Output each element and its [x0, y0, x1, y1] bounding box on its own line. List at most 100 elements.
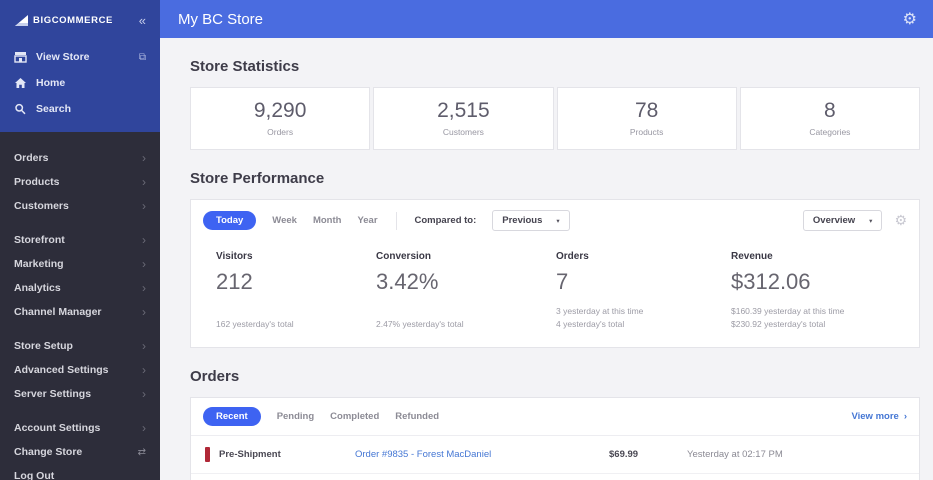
order-row: Pre-Shipment Order #9834 - Tacitus Cornb… [191, 474, 919, 480]
tab-recent[interactable]: Recent [203, 407, 261, 426]
order-amount: $69.99 [609, 449, 639, 460]
overview-value: Overview [812, 215, 856, 226]
sidebar-item-home[interactable]: Home [0, 70, 160, 96]
sidebar-item-customers[interactable]: Customers › [0, 194, 160, 218]
sidebar-item-label: Advanced Settings [14, 364, 109, 376]
tab-completed[interactable]: Completed [330, 411, 379, 422]
stat-value: 9,290 [253, 99, 307, 122]
metric-subtext: 2.47% yesterday's total [376, 318, 464, 329]
sidebar-item-orders[interactable]: Orders › [0, 146, 160, 170]
store-statistics-heading: Store Statistics [190, 58, 300, 75]
performance-metrics: Visitors 212 162 yesterday's total Conve… [191, 241, 919, 347]
sidebar-item-label: Server Settings [14, 388, 92, 400]
home-icon [15, 78, 26, 88]
sidebar-item-products[interactable]: Products › [0, 170, 160, 194]
metric-label: Visitors [216, 251, 253, 262]
compared-to-label: Compared to: [414, 215, 477, 226]
stat-label: Orders [267, 127, 294, 137]
sidebar-item-view-store[interactable]: View Store ⧉ [0, 44, 160, 70]
sidebar-top-section: BIGCOMMERCE « View Store ⧉ Home Search [0, 0, 160, 132]
sidebar-nav: Orders › Products › Customers › Storefro… [0, 132, 160, 480]
view-more-link[interactable]: View more › [851, 411, 907, 422]
stat-card-products: 78 Products [556, 87, 737, 150]
sidebar-item-server-settings[interactable]: Server Settings › [0, 382, 160, 406]
sidebar-item-change-store[interactable]: Change Store ⇄ [0, 440, 160, 464]
metric-label: Orders [556, 251, 589, 262]
tab-month[interactable]: Month [313, 215, 342, 226]
external-link-icon: ⧉ [138, 51, 146, 63]
orders-heading: Orders [190, 368, 240, 385]
order-time: Yesterday at 02:17 PM [687, 449, 783, 460]
sidebar-item-label: Store Setup [14, 340, 73, 352]
sidebar-item-label: Home [36, 77, 66, 89]
sidebar-item-label: Storefront [14, 234, 65, 246]
metric-subtext: $230.92 yesterday's total [731, 318, 826, 329]
sidebar-item-label: Channel Manager [14, 306, 102, 318]
chevron-right-icon: › [142, 281, 146, 295]
stat-card-customers: 2,515 Customers [373, 87, 554, 150]
sidebar-item-channel-manager[interactable]: Channel Manager › [0, 300, 160, 324]
sidebar-item-label: Search [36, 103, 72, 115]
gear-icon[interactable]: ⚙ [903, 9, 917, 29]
sidebar-item-label: Orders [14, 152, 49, 164]
chevron-right-icon: › [142, 305, 146, 319]
sidebar-item-analytics[interactable]: Analytics › [0, 276, 160, 300]
metric-orders: Orders 7 3 yesterday at this time 4 yest… [556, 251, 731, 331]
chevron-right-icon: › [142, 387, 146, 401]
sidebar-item-label: Analytics [14, 282, 61, 294]
chevron-right-icon: › [142, 233, 146, 247]
chevron-right-icon: › [142, 421, 146, 435]
sidebar-item-log-out[interactable]: Log Out [0, 464, 160, 480]
metric-conversion: Conversion 3.42% 2.47% yesterday's total [376, 251, 556, 331]
sidebar-item-label: Change Store [14, 446, 83, 458]
sidebar-item-label: Products [14, 176, 60, 188]
main-area: My BC Store ⚙ Store Statistics 9,290 Ord… [160, 0, 933, 480]
store-performance-heading: Store Performance [190, 170, 325, 187]
sidebar-item-marketing[interactable]: Marketing › [0, 252, 160, 276]
compared-to-value: Previous [502, 215, 543, 226]
tab-refunded[interactable]: Refunded [395, 411, 439, 422]
metric-subtext: 162 yesterday's total [216, 318, 294, 329]
status-color-bar [205, 447, 210, 462]
stat-value: 8 [824, 99, 836, 122]
tab-pending[interactable]: Pending [277, 411, 314, 422]
stat-card-categories: 8 Categories [739, 87, 920, 150]
chevron-right-icon: › [142, 199, 146, 213]
sidebar-item-label: Log Out [14, 470, 55, 480]
sidebar-collapse-icon[interactable]: « [139, 13, 146, 28]
header-bar: My BC Store ⚙ [160, 0, 933, 38]
overview-dropdown[interactable]: Overview ▾ [802, 210, 883, 231]
gear-icon[interactable]: ⚙ [894, 212, 907, 229]
order-link[interactable]: Order #9835 - Forest MacDaniel [355, 449, 609, 460]
store-statistics-row: 9,290 Orders 2,515 Customers 78 Products… [190, 87, 920, 150]
metric-value: 212 [216, 269, 253, 294]
stat-value: 2,515 [437, 99, 490, 122]
orders-tabrow: Recent Pending Completed Refunded View m… [191, 398, 919, 436]
chevron-right-icon: › [142, 339, 146, 353]
stat-card-orders: 9,290 Orders [190, 87, 371, 150]
metric-subtext: 4 yesterday's total [556, 318, 625, 329]
search-icon [15, 103, 26, 115]
sidebar-item-advanced-settings[interactable]: Advanced Settings › [0, 358, 160, 382]
tab-year[interactable]: Year [357, 215, 377, 226]
sidebar-item-label: Customers [14, 200, 69, 212]
view-more-label: View more [851, 411, 899, 422]
metric-value: $312.06 [731, 269, 811, 294]
sidebar-item-account-settings[interactable]: Account Settings › [0, 416, 160, 440]
sail-icon [15, 15, 28, 26]
tab-week[interactable]: Week [272, 215, 297, 226]
chevron-right-icon: › [142, 257, 146, 271]
chevron-down-icon: ▾ [556, 217, 560, 225]
metric-subtext: $160.39 yesterday at this time [731, 305, 845, 316]
store-performance-card: Today Week Month Year Compared to: Previ… [190, 199, 920, 348]
tab-today[interactable]: Today [203, 211, 257, 230]
stat-label: Products [629, 127, 664, 137]
sidebar: BIGCOMMERCE « View Store ⧉ Home Search O… [0, 0, 160, 480]
chevron-down-icon: ▾ [869, 217, 873, 225]
sidebar-item-search[interactable]: Search [0, 96, 160, 122]
sidebar-item-store-setup[interactable]: Store Setup › [0, 334, 160, 358]
metric-revenue: Revenue $312.06 $160.39 yesterday at thi… [731, 251, 919, 331]
order-row: Pre-Shipment Order #9835 - Forest MacDan… [191, 436, 919, 474]
compared-to-dropdown[interactable]: Previous ▾ [492, 210, 570, 231]
sidebar-item-storefront[interactable]: Storefront › [0, 228, 160, 252]
